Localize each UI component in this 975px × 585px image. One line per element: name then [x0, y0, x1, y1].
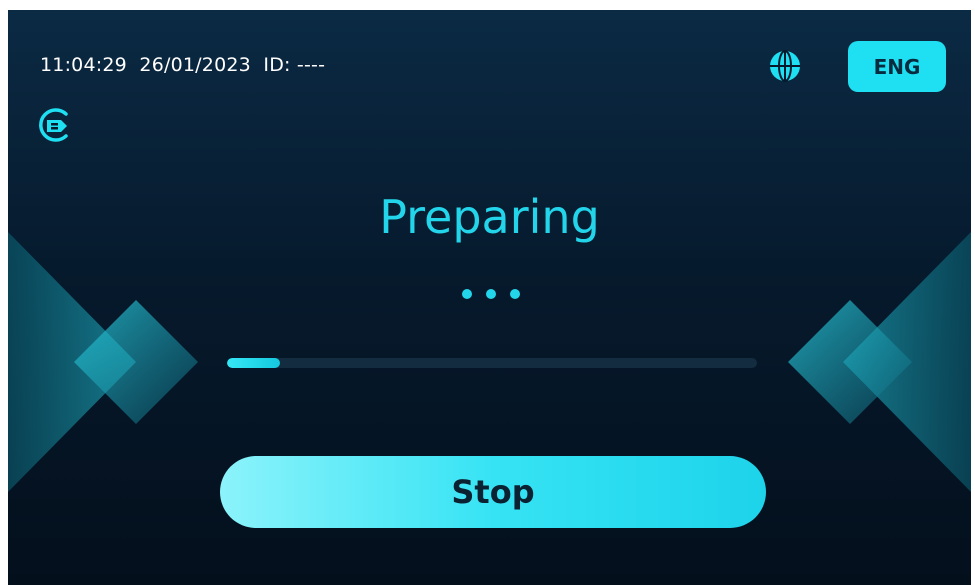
- charger-screen: 11:04:29 26/01/2023 ID: ---- ENG Prepari…: [8, 10, 971, 585]
- charging-connector-icon: [39, 108, 68, 142]
- three-dots-icon: [462, 289, 520, 299]
- progress-bar-fill: [227, 358, 280, 368]
- status-bar: 11:04:29 26/01/2023 ID: ----: [40, 54, 325, 76]
- globe-icon[interactable]: [766, 47, 804, 85]
- progress-bar: [227, 358, 757, 368]
- language-label: ENG: [873, 54, 921, 79]
- clock-time: 11:04:29: [40, 54, 127, 76]
- app-frame: 11:04:29 26/01/2023 ID: ---- ENG Prepari…: [0, 0, 975, 585]
- stop-button-label: Stop: [451, 473, 535, 511]
- language-button[interactable]: ENG: [848, 41, 946, 92]
- id-value: ----: [296, 54, 326, 76]
- clock-date: 26/01/2023: [139, 54, 251, 76]
- id-label: ID:: [263, 54, 291, 76]
- stop-button[interactable]: Stop: [220, 456, 766, 528]
- charger-state-title: Preparing: [379, 190, 600, 244]
